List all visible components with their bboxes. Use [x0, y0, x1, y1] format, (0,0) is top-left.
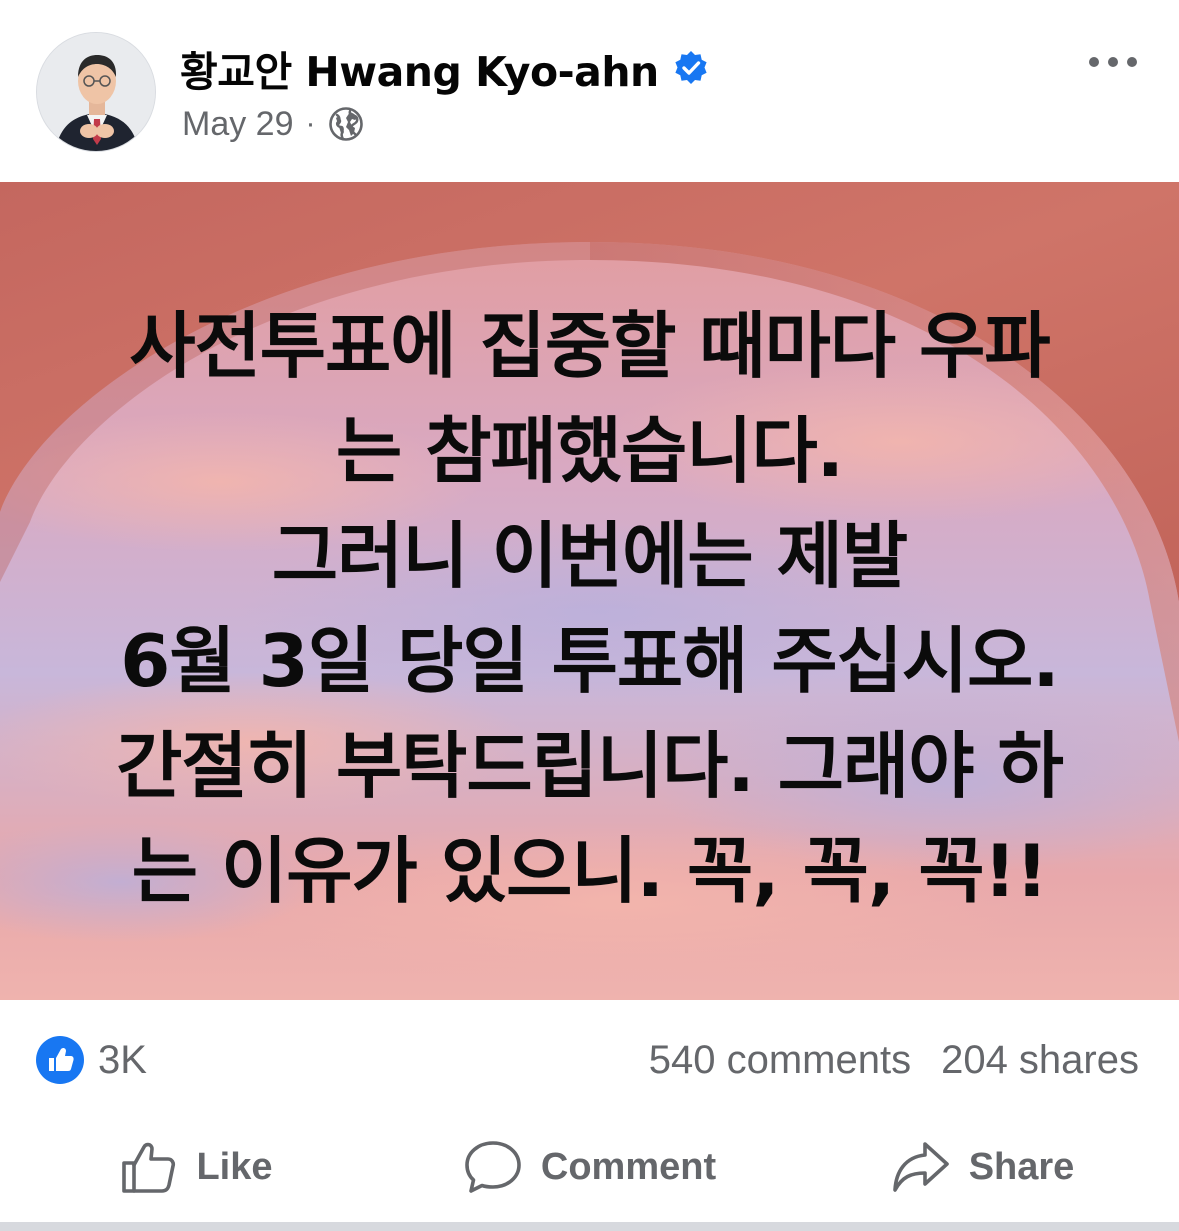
comments-shares-counts: 540 comments 204 shares	[649, 1038, 1139, 1082]
meta-separator: ·	[305, 107, 316, 140]
like-button[interactable]: Like	[0, 1112, 393, 1222]
post-divider	[0, 1222, 1179, 1231]
share-label: Share	[968, 1145, 1075, 1188]
facebook-post: 황교안 Hwang Kyo-ahn May 29 · 사전투표에 집중할 때마다…	[0, 0, 1179, 1231]
comments-count[interactable]: 540 comments	[649, 1038, 911, 1082]
author-name[interactable]: 황교안 Hwang Kyo-ahn	[180, 38, 659, 98]
reaction-count[interactable]: 3K	[98, 1038, 147, 1082]
author-line: 황교안 Hwang Kyo-ahn	[180, 40, 709, 96]
share-button[interactable]: Share	[786, 1112, 1179, 1222]
image-text-line: 는 이유가 있으니. 꼭, 꼭, 꼭!!	[131, 829, 1048, 913]
image-text-block: 사전투표에 집중할 때마다 우파 는 참패했습니다. 그러니 이번에는 제발 6…	[0, 294, 1179, 924]
verified-badge-icon	[673, 50, 709, 86]
image-text-line: 그러니 이번에는 제발	[271, 514, 908, 598]
more-options-button[interactable]	[1085, 40, 1141, 84]
author-avatar[interactable]	[36, 32, 156, 152]
post-date[interactable]: May 29	[182, 105, 294, 144]
comment-bubble-icon	[465, 1141, 521, 1193]
post-meta: May 29 ·	[182, 102, 364, 146]
comment-button[interactable]: Comment	[393, 1112, 786, 1222]
share-arrow-icon	[892, 1142, 949, 1192]
globe-icon	[328, 106, 364, 142]
image-text-line: 간절히 부탁드립니다. 그래야 하	[116, 724, 1064, 808]
engagement-stats: 3K 540 comments 204 shares	[0, 1000, 1179, 1112]
like-reaction-icon[interactable]	[36, 1036, 84, 1084]
post-image[interactable]: 사전투표에 집중할 때마다 우파 는 참패했습니다. 그러니 이번에는 제발 6…	[0, 182, 1179, 1000]
shares-count[interactable]: 204 shares	[941, 1038, 1139, 1082]
more-options-icon	[1089, 57, 1137, 67]
like-label: Like	[196, 1145, 273, 1188]
image-text-line: 는 참패했습니다.	[335, 409, 844, 493]
post-actions: Like Comment Share	[0, 1112, 1179, 1222]
image-text-line: 사전투표에 집중할 때마다 우파	[129, 304, 1050, 388]
post-header: 황교안 Hwang Kyo-ahn May 29 ·	[0, 0, 1179, 182]
image-text-line: 6월 3일 당일 투표해 주십시오.	[120, 619, 1059, 703]
thumbs-up-icon	[122, 1142, 176, 1193]
comment-label: Comment	[540, 1145, 717, 1188]
